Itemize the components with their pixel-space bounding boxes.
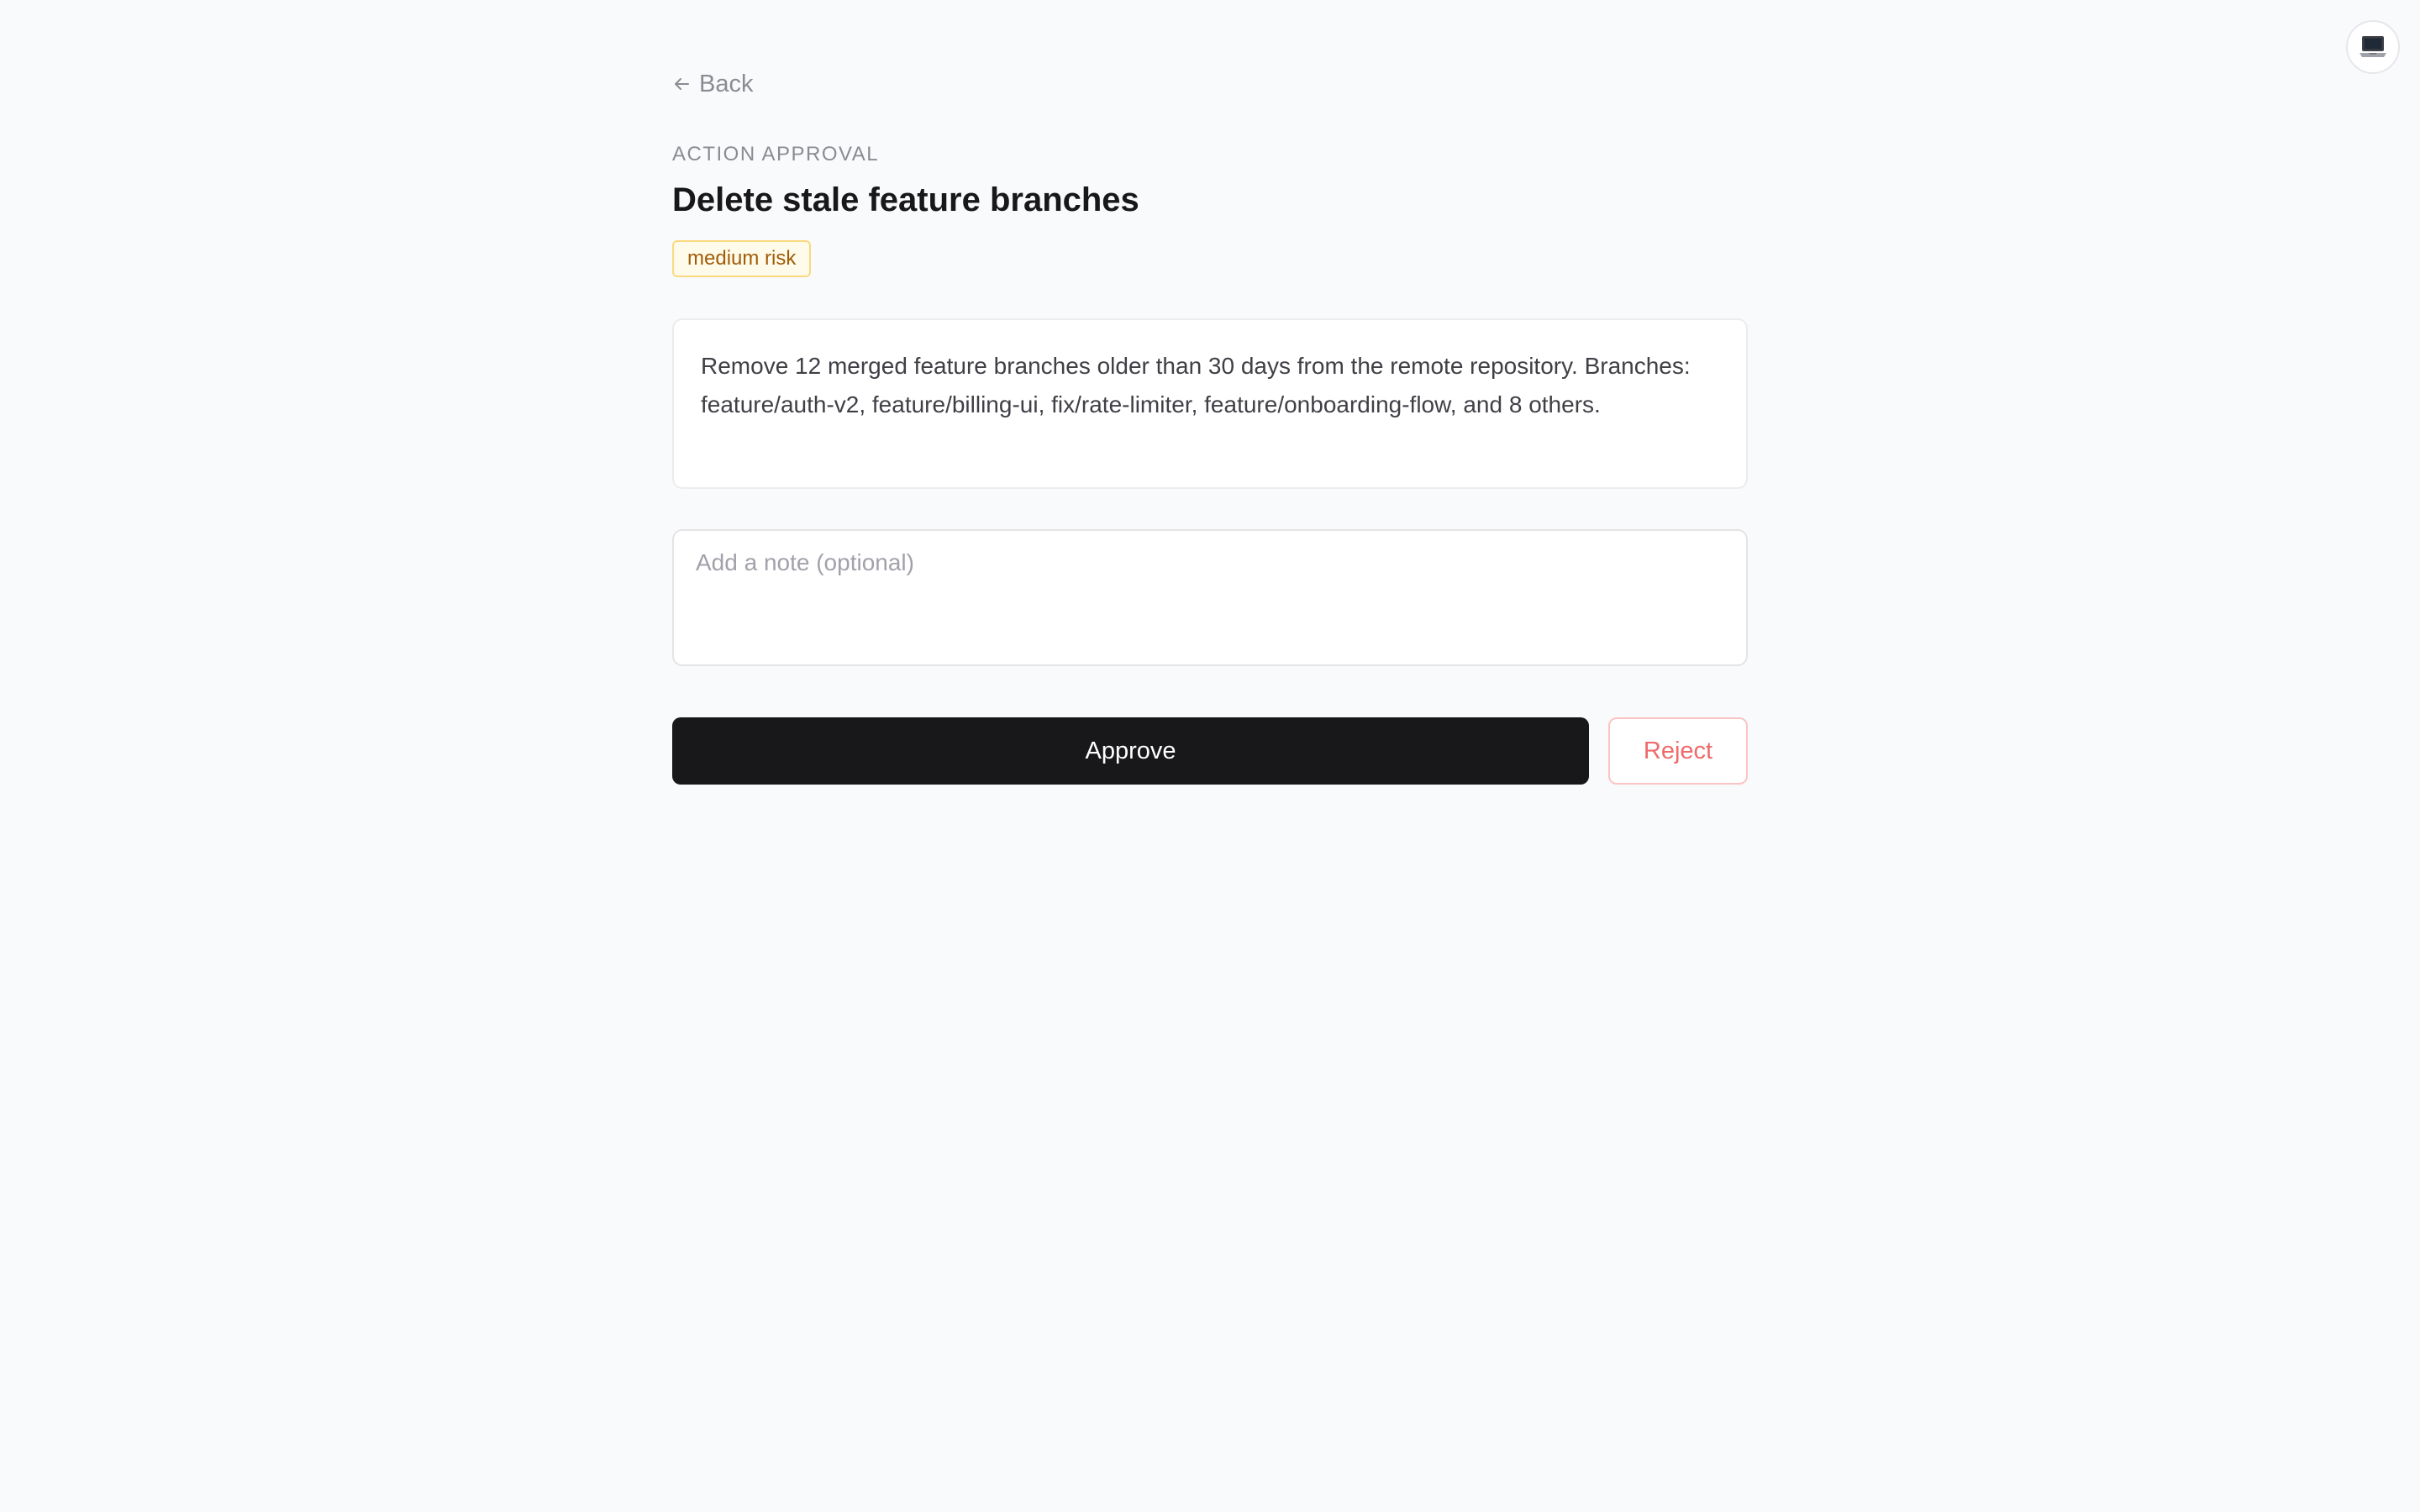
approval-page: Back ACTION APPROVAL Delete stale featur… bbox=[0, 0, 2420, 1512]
section-eyebrow: ACTION APPROVAL bbox=[672, 143, 880, 165]
arrow-left-icon bbox=[675, 78, 689, 90]
laptop-icon bbox=[2360, 36, 2386, 57]
avatar[interactable] bbox=[2346, 20, 2400, 74]
page-title: Delete stale feature branches bbox=[672, 181, 1139, 218]
description-text: Remove 12 merged feature branches older … bbox=[701, 353, 1691, 417]
reject-button[interactable]: Reject bbox=[1608, 717, 1748, 785]
approve-button[interactable]: Approve bbox=[672, 717, 1589, 785]
note-input[interactable] bbox=[672, 529, 1748, 666]
back-link[interactable]: Back bbox=[672, 66, 753, 102]
back-label: Back bbox=[699, 70, 754, 97]
risk-badge: medium risk bbox=[672, 240, 812, 277]
description-card: Remove 12 merged feature branches older … bbox=[672, 318, 1748, 489]
